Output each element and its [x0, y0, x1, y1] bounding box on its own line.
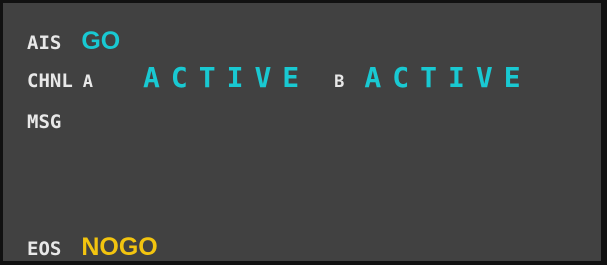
ais-label: AIS [27, 32, 62, 54]
msg-row: MSG [27, 111, 81, 133]
channel-a-status-value: ACTIVE [143, 61, 311, 94]
eos-row: EOS NOGO [27, 233, 158, 262]
channel-a-label: A [82, 72, 94, 92]
status-panel: AIS GO CHNL A ACTIVE B ACTIVE MSG EOS NO… [0, 0, 607, 265]
ais-row: AIS GO [27, 27, 120, 56]
chnl-row: CHNL A ACTIVE B ACTIVE [27, 61, 532, 94]
eos-status-value: NOGO [81, 233, 158, 261]
chnl-label: CHNL [27, 70, 73, 92]
eos-label: EOS [27, 238, 62, 260]
channel-b-status-value: ACTIVE [364, 61, 532, 94]
ais-status-value: GO [81, 27, 121, 55]
channel-b-label: B [334, 72, 345, 92]
msg-label: MSG [27, 111, 62, 133]
